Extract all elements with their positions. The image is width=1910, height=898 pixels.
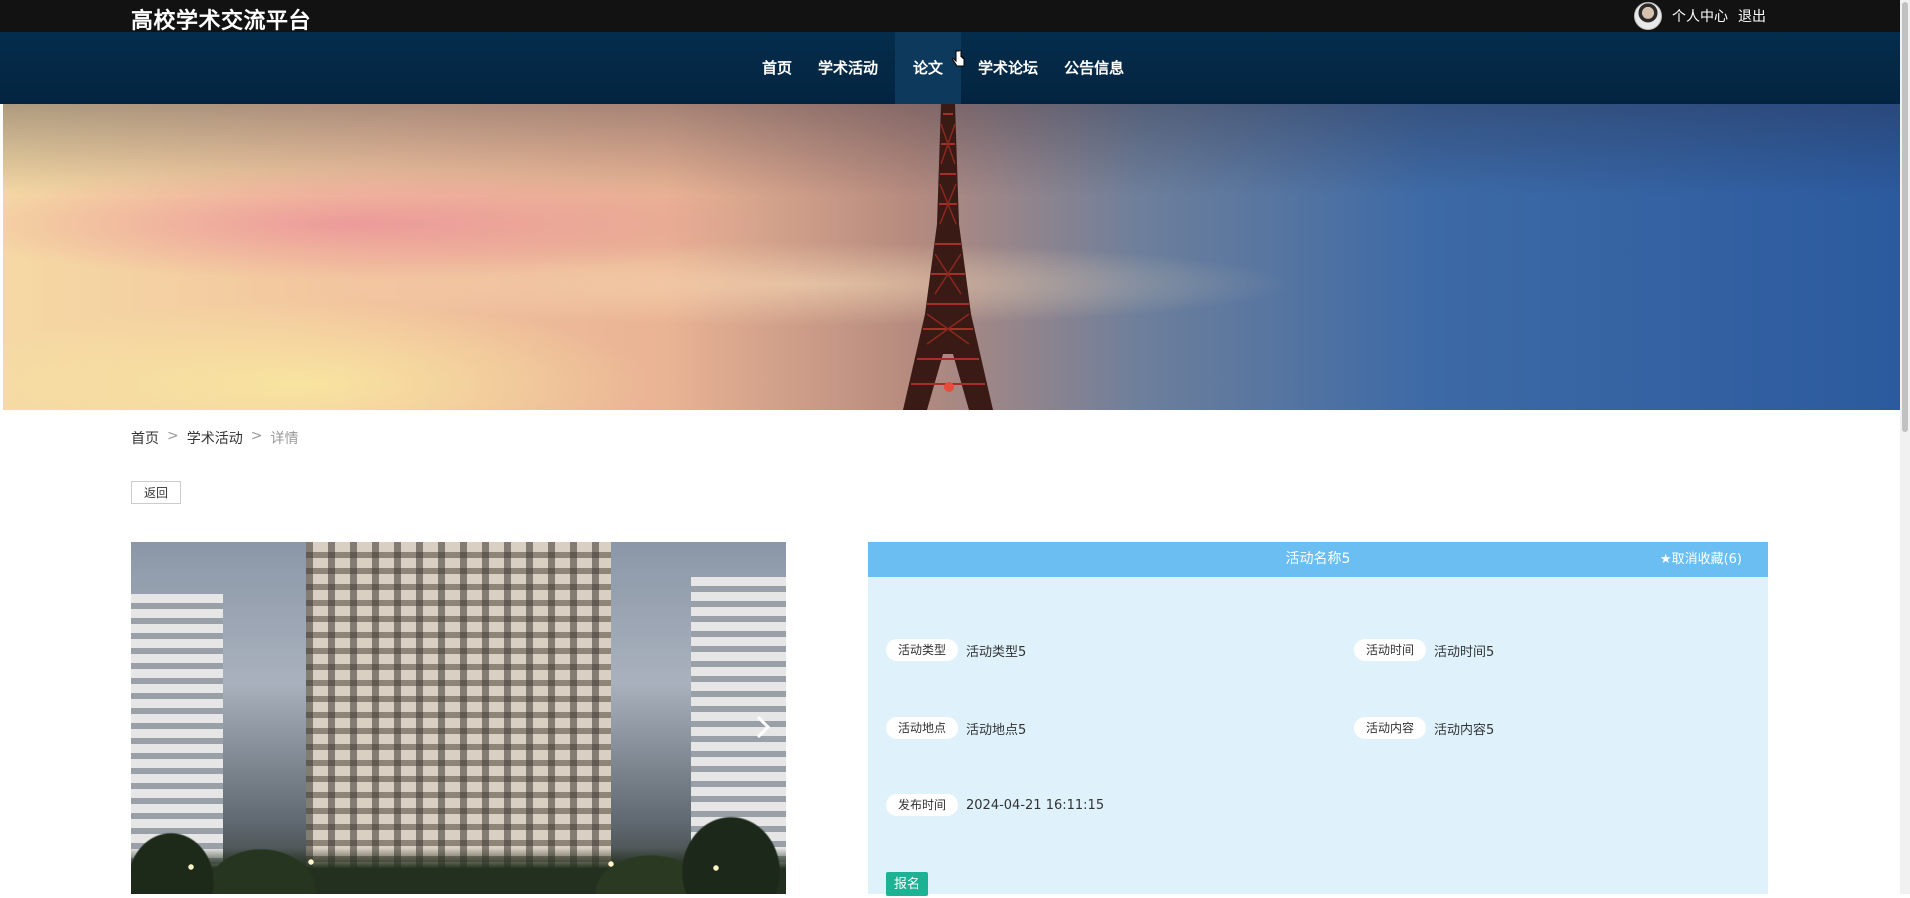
field-value: 活动类型5 (966, 644, 1027, 660)
field-label: 发布时间 (886, 794, 959, 816)
field-value: 活动地点5 (966, 722, 1027, 738)
hand-cursor-icon (952, 50, 965, 67)
field-label: 活动时间 (1354, 639, 1427, 661)
detail-header: 活动名称5 ★取消收藏(6) (868, 542, 1768, 577)
nav-item-announcements[interactable]: 公告信息 (1055, 32, 1133, 104)
breadcrumb: 首页 > 学术活动 > 详情 (131, 428, 298, 448)
activity-image-carousel (131, 542, 786, 894)
field-activity-time: 活动时间 活动时间5 (1354, 639, 1494, 661)
activity-detail-panel: 活动名称5 ★取消收藏(6) 活动类型 活动类型5 活动时间 活动时间5 活动地… (868, 542, 1768, 896)
user-area: 个人中心 退出 (1634, 2, 1766, 30)
breadcrumb-current: 详情 (270, 431, 299, 447)
chevron-right-icon[interactable] (751, 712, 775, 742)
activity-title: 活动名称5 (1285, 551, 1351, 567)
nav-item-home[interactable]: 首页 (753, 32, 801, 104)
field-publish-time: 发布时间 2024-04-21 16:11:15 (886, 794, 1104, 816)
field-activity-location: 活动地点 活动地点5 (886, 717, 1026, 739)
unfavorite-button[interactable]: ★取消收藏(6) (1660, 542, 1742, 577)
breadcrumb-section[interactable]: 学术活动 (187, 428, 243, 448)
field-activity-type: 活动类型 活动类型5 (886, 639, 1026, 661)
logout-link[interactable]: 退出 (1738, 6, 1766, 26)
banner-indicator-dot[interactable] (944, 382, 954, 392)
breadcrumb-home[interactable]: 首页 (131, 428, 159, 448)
scrollbar-thumb[interactable] (1902, 2, 1908, 432)
site-title: 高校学术交流平台 (131, 9, 312, 34)
avatar[interactable] (1634, 2, 1662, 30)
top-bar: 高校学术交流平台 个人中心 退出 (0, 0, 1900, 34)
field-label: 活动类型 (886, 639, 959, 661)
main-nav: 首页 学术活动 论文 学术论坛 公告信息 (0, 32, 1900, 104)
user-center-link[interactable]: 个人中心 (1672, 6, 1728, 26)
breadcrumb-separator: > (250, 428, 263, 444)
field-label: 活动内容 (1354, 717, 1427, 739)
nav-item-academic-forum[interactable]: 学术论坛 (969, 32, 1047, 104)
field-label: 活动地点 (886, 717, 959, 739)
signup-button[interactable]: 报名 (886, 872, 928, 896)
eiffel-tower-image (903, 104, 993, 410)
back-button[interactable]: 返回 (131, 481, 181, 504)
field-value: 活动内容5 (1434, 722, 1495, 738)
field-value: 活动时间5 (1434, 644, 1495, 660)
field-value: 2024-04-21 16:11:15 (966, 797, 1105, 813)
field-activity-content: 活动内容 活动内容5 (1354, 717, 1494, 739)
breadcrumb-separator: > (167, 428, 179, 444)
hero-banner (3, 104, 1900, 410)
nav-item-academic-activities[interactable]: 学术活动 (809, 32, 887, 104)
